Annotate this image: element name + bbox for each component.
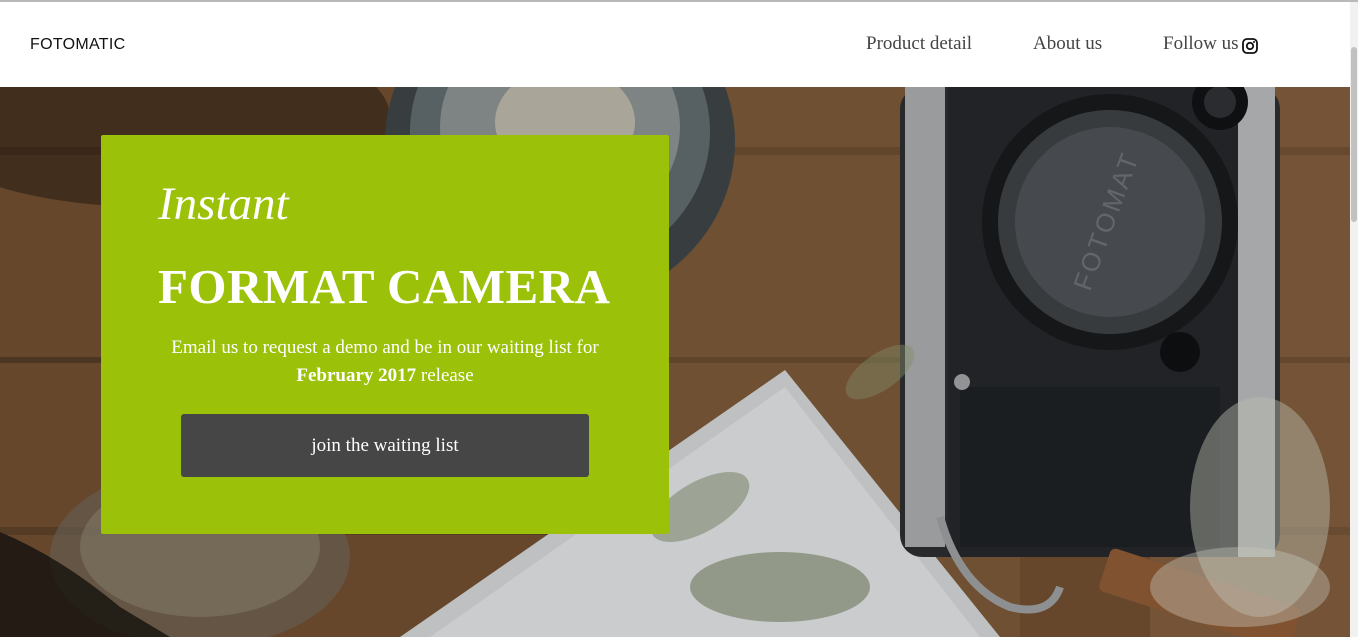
- nav-link-follow-us[interactable]: Follow us: [1163, 33, 1258, 55]
- hero-tagline: Instant: [158, 178, 289, 230]
- hero-section: FOTOMAT Instant FORMAT CAMERA Email us t…: [0, 87, 1350, 637]
- hero-description-start: Email us to request a demo and be in our…: [171, 337, 599, 358]
- instagram-icon: [1241, 37, 1258, 54]
- top-navbar: FOTOMATIC Product detail About us Follow…: [0, 2, 1350, 87]
- scrollbar-thumb[interactable]: [1351, 47, 1357, 222]
- promo-card: Instant FORMAT CAMERA Email us to reques…: [101, 135, 669, 534]
- brand-logo[interactable]: FOTOMATIC: [30, 36, 125, 54]
- hero-description: Email us to request a demo and be in our…: [165, 334, 605, 390]
- nav-link-product-detail[interactable]: Product detail: [866, 33, 972, 55]
- hero-headline: FORMAT CAMERA: [158, 259, 611, 314]
- nav-link-about-us[interactable]: About us: [1033, 33, 1102, 55]
- follow-us-label: Follow us: [1163, 33, 1239, 54]
- release-date: February 2017: [296, 365, 417, 386]
- join-waiting-list-button[interactable]: join the waiting list: [181, 414, 589, 477]
- hero-description-end: release: [416, 365, 474, 386]
- page-scrollbar[interactable]: [1350, 2, 1358, 637]
